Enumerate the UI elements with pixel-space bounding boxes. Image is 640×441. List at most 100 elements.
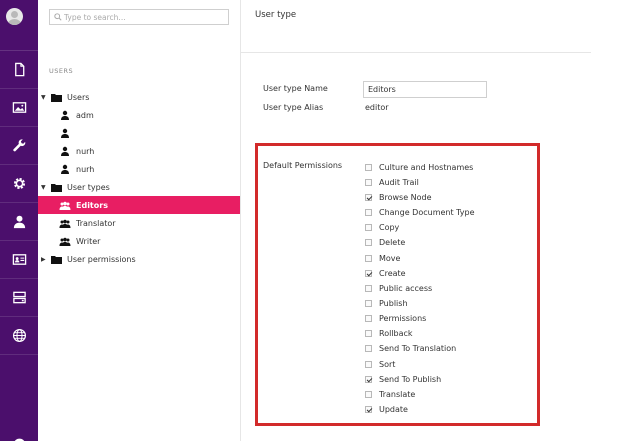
permission-checkbox[interactable] (365, 239, 372, 246)
nav-translation[interactable] (0, 317, 38, 355)
permission-item[interactable]: Update (365, 403, 408, 416)
user-icon (58, 164, 72, 174)
tree-node-user[interactable]: adm (58, 106, 94, 124)
nav-settings[interactable] (0, 127, 38, 165)
search-input[interactable] (64, 10, 224, 24)
search-box[interactable] (49, 9, 229, 25)
permission-label: Publish (379, 299, 408, 308)
permission-checkbox[interactable] (365, 361, 372, 368)
image-icon (12, 102, 26, 113)
permission-item[interactable]: Delete (365, 236, 405, 249)
permission-checkbox[interactable] (365, 345, 372, 352)
permission-item[interactable]: Publish (365, 297, 408, 310)
permission-checkbox[interactable] (365, 406, 372, 413)
permission-label: Sort (379, 360, 396, 369)
tree-node-translator[interactable]: Translator (58, 214, 116, 232)
id-card-icon (12, 254, 26, 265)
permission-checkbox[interactable] (365, 255, 372, 262)
permission-checkbox[interactable] (365, 300, 372, 307)
tree-node-user[interactable]: nurh (58, 160, 94, 178)
permission-checkbox[interactable] (365, 376, 372, 383)
tree-node-user-permissions[interactable]: ▶ User permissions (41, 250, 136, 268)
tree-node-writer[interactable]: Writer (58, 232, 100, 250)
app-nav-rail (0, 0, 38, 441)
tree-node-user-types[interactable]: ▼ User types (41, 178, 110, 196)
permission-item[interactable]: Audit Trail (365, 176, 419, 189)
permission-checkbox[interactable] (365, 330, 372, 337)
user-type-name-input[interactable] (363, 81, 487, 98)
user-icon (58, 146, 72, 156)
nav-members[interactable] (0, 241, 38, 279)
permission-label: Rollback (379, 329, 413, 338)
tree-node-label: Writer (76, 236, 101, 246)
permission-item[interactable]: Copy (365, 221, 399, 234)
permission-item[interactable]: Create (365, 267, 406, 280)
users-group-icon (58, 200, 72, 210)
form-icon (12, 291, 26, 304)
permission-item[interactable]: Public access (365, 282, 432, 295)
gear-icon (13, 177, 25, 190)
permission-item[interactable]: Send To Publish (365, 373, 441, 386)
permission-checkbox[interactable] (365, 285, 372, 292)
nav-users[interactable] (0, 203, 38, 241)
default-permissions-label: Default Permissions (263, 161, 343, 170)
user-type-alias-label: User type Alias (263, 103, 324, 112)
tree-node-editors[interactable]: Editors (38, 196, 240, 214)
permission-item[interactable]: Translate (365, 388, 415, 401)
permission-checkbox[interactable] (365, 194, 372, 201)
caret-right-icon[interactable]: ▶ (41, 256, 49, 263)
tree-node-label: User permissions (67, 254, 136, 264)
wrench-icon (12, 139, 25, 152)
header-divider (241, 52, 591, 53)
tree-node-label: nurh (76, 164, 95, 174)
nav-content[interactable] (0, 51, 38, 89)
permission-checkbox[interactable] (365, 391, 372, 398)
tree-node-label: Editors (76, 200, 108, 210)
permission-label: Create (379, 269, 406, 278)
globe-icon (12, 328, 26, 343)
caret-down-icon[interactable]: ▼ (41, 184, 49, 191)
user-avatar[interactable] (6, 8, 23, 25)
tree-node-user[interactable]: nurh (58, 142, 94, 160)
users-group-icon (58, 236, 72, 246)
permission-item[interactable]: Sort (365, 358, 395, 371)
nav-help[interactable] (0, 425, 38, 441)
folder-icon (49, 92, 63, 102)
permission-label: Move (379, 254, 401, 263)
permission-label: Copy (379, 223, 400, 232)
permission-checkbox[interactable] (365, 270, 372, 277)
tree-node-label: Translator (76, 218, 116, 228)
nav-media[interactable] (0, 89, 38, 127)
permission-label: Audit Trail (379, 178, 419, 187)
tree-node-label: Users (67, 92, 90, 102)
document-icon (14, 62, 24, 77)
permission-label: Public access (379, 284, 433, 293)
permission-item[interactable]: Browse Node (365, 191, 432, 204)
permission-checkbox[interactable] (365, 164, 372, 171)
permission-label: Translate (379, 390, 416, 399)
permission-item[interactable]: Permissions (365, 312, 426, 325)
permission-checkbox[interactable] (365, 179, 372, 186)
tree-node-user[interactable] (58, 124, 76, 142)
permission-checkbox[interactable] (365, 209, 372, 216)
permission-item[interactable]: Culture and Hostnames (365, 161, 473, 174)
editor-header (241, 0, 591, 52)
permission-checkbox[interactable] (365, 315, 372, 322)
nav-forms[interactable] (0, 279, 38, 317)
permission-checkbox[interactable] (365, 224, 372, 231)
tree-node-users[interactable]: ▼ Users (41, 88, 89, 106)
user-icon (13, 215, 25, 229)
user-type-name-label: User type Name (263, 84, 328, 93)
permission-label: Culture and Hostnames (379, 163, 474, 172)
permission-item[interactable]: Change Document Type (365, 206, 475, 219)
user-type-alias-value: editor (365, 103, 389, 112)
permission-item[interactable]: Move (365, 252, 400, 265)
permission-item[interactable]: Rollback (365, 327, 413, 340)
nav-developer[interactable] (0, 165, 38, 203)
permission-label: Change Document Type (379, 208, 475, 217)
search-icon (54, 13, 62, 21)
permission-item[interactable]: Send To Translation (365, 342, 456, 355)
user-icon (58, 128, 72, 138)
caret-down-icon[interactable]: ▼ (41, 94, 49, 101)
permission-label: Delete (379, 238, 406, 247)
